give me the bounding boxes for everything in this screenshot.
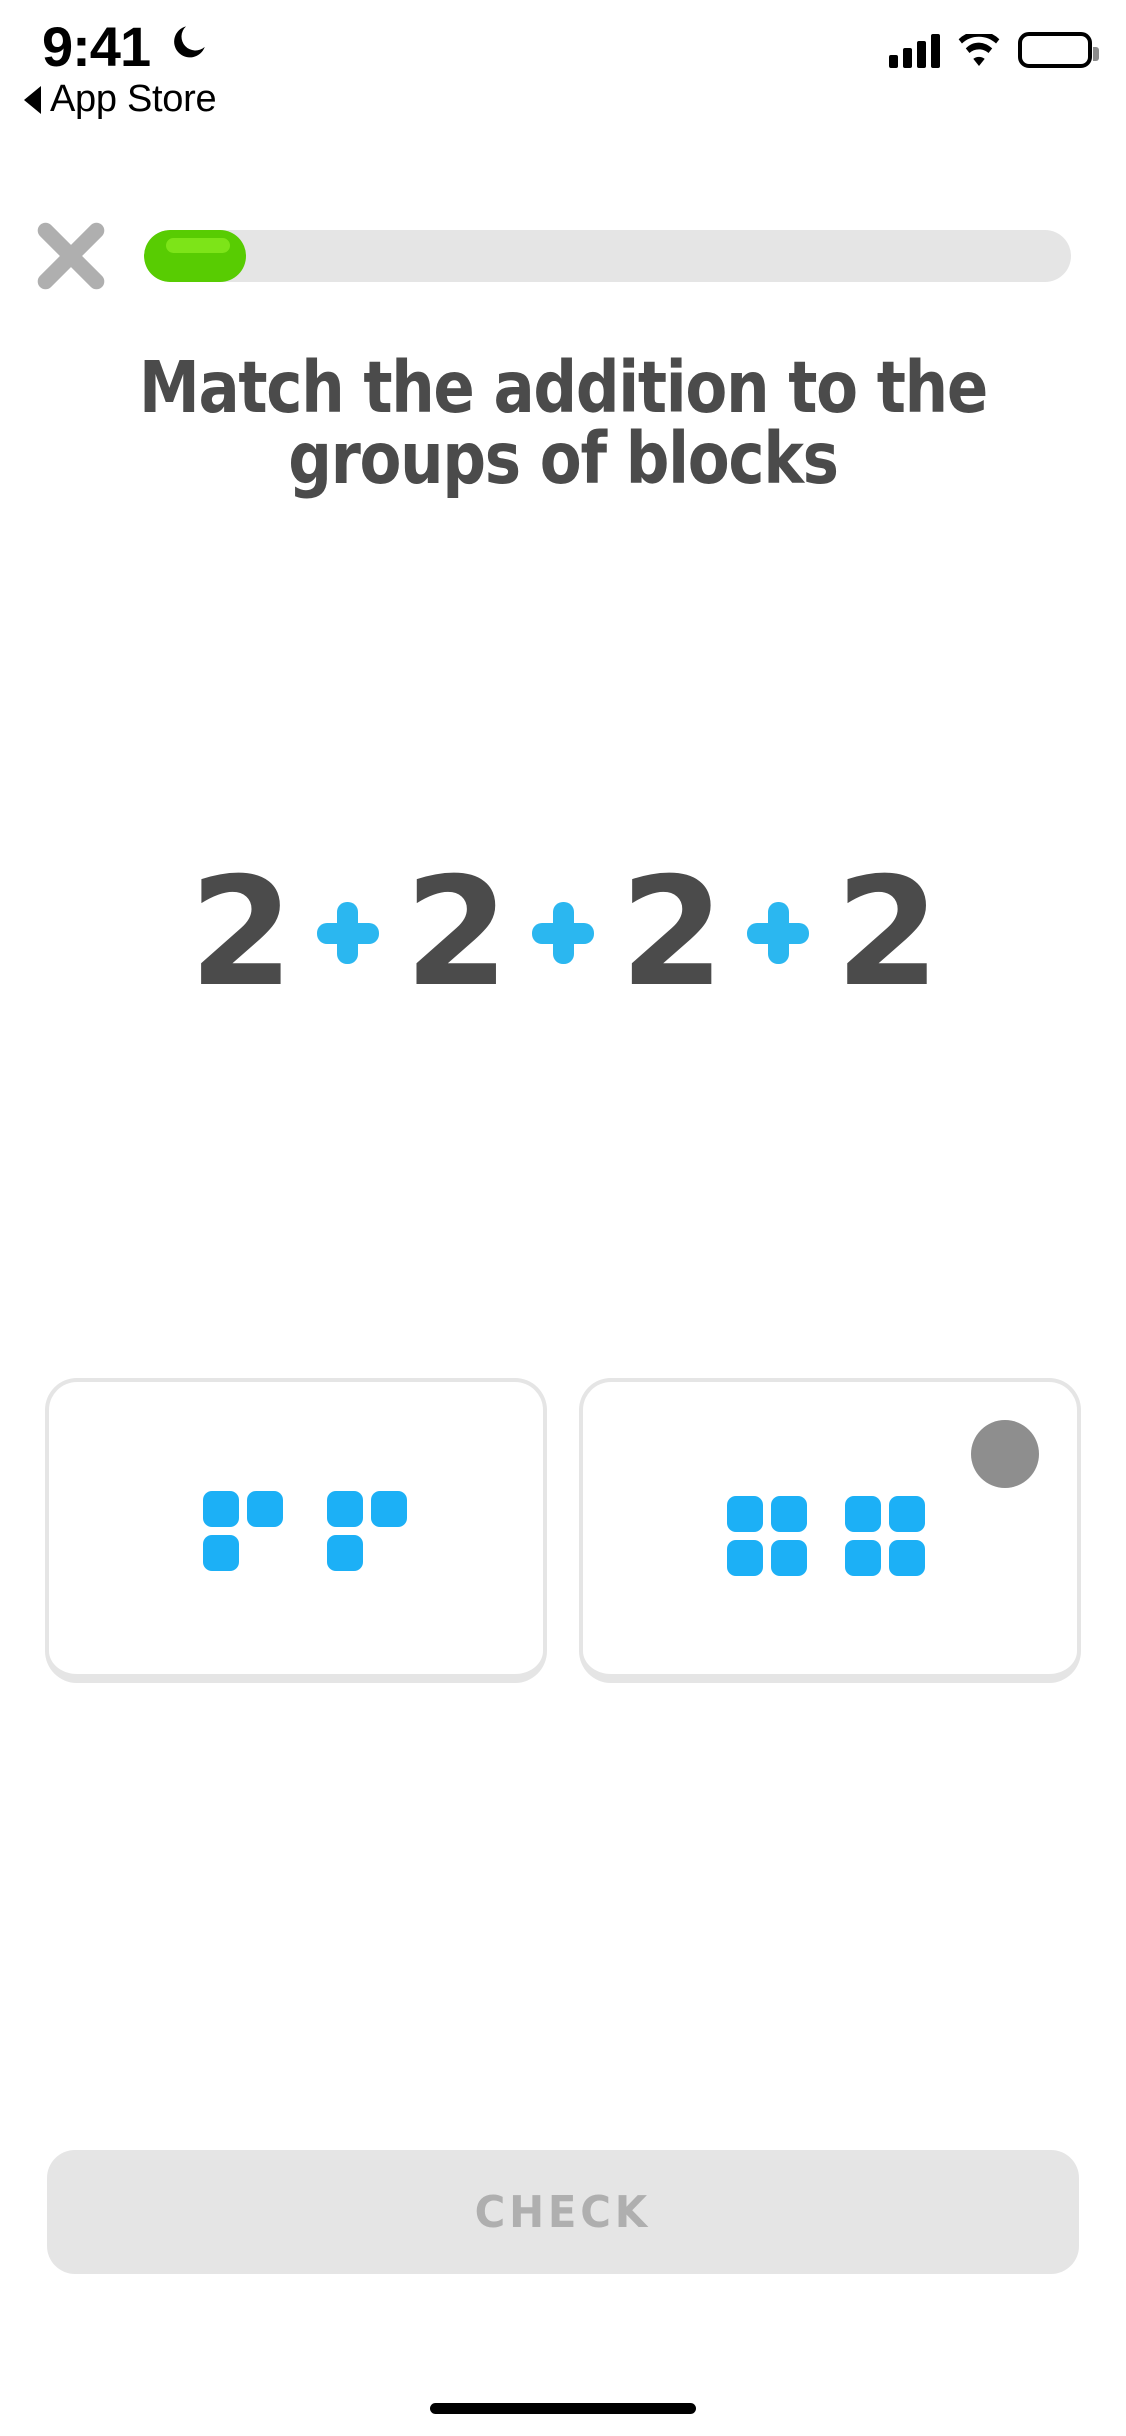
block-group	[727, 1496, 807, 1576]
addition-expression: 2 2 2 2	[0, 858, 1126, 1008]
block-groups	[203, 1491, 407, 1571]
block	[371, 1491, 407, 1527]
block	[845, 1540, 881, 1576]
plus-icon	[316, 902, 379, 964]
block	[727, 1540, 763, 1576]
block	[727, 1496, 763, 1532]
check-button[interactable]: CHECK	[47, 2150, 1079, 2274]
block-empty	[371, 1535, 407, 1571]
answer-option-a-content	[49, 1382, 543, 1674]
answer-option-b[interactable]	[579, 1378, 1081, 1683]
home-indicator	[430, 2403, 696, 2414]
status-bar: 9:41 App Store	[0, 0, 1126, 130]
answer-choices	[45, 1378, 1081, 1683]
wifi-icon	[958, 34, 1000, 67]
block-group	[845, 1496, 925, 1576]
block-group	[327, 1491, 407, 1571]
block	[327, 1491, 363, 1527]
back-to-app-store-link[interactable]: App Store	[24, 78, 217, 121]
equation-term: 2	[835, 846, 939, 1020]
plus-icon	[747, 902, 810, 964]
block	[327, 1535, 363, 1571]
block-group	[203, 1491, 283, 1571]
block	[203, 1491, 239, 1527]
block	[247, 1491, 283, 1527]
battery-full-icon	[1018, 32, 1099, 68]
block	[889, 1540, 925, 1576]
lesson-progress-fill	[144, 230, 246, 282]
check-button-label: CHECK	[474, 2186, 652, 2238]
block	[845, 1496, 881, 1532]
block	[771, 1496, 807, 1532]
moon-icon	[174, 26, 205, 58]
equation-term: 2	[189, 846, 293, 1020]
back-triangle-icon	[24, 85, 41, 114]
block-empty	[247, 1535, 283, 1571]
equation-term: 2	[404, 846, 509, 1020]
app-screen: 9:41 App Store Match the addition to the…	[0, 0, 1126, 2436]
equation-term: 2	[620, 846, 724, 1020]
progress-highlight	[166, 238, 230, 253]
close-icon[interactable]	[24, 209, 118, 303]
block	[203, 1535, 239, 1571]
cellular-signal-icon	[889, 34, 940, 68]
answer-option-a[interactable]	[45, 1378, 547, 1683]
status-time: 9:41	[42, 15, 151, 78]
page-title: Match the addition to the groups of bloc…	[139, 346, 988, 500]
block	[771, 1540, 807, 1576]
block	[889, 1496, 925, 1532]
answer-option-b-content	[583, 1382, 1077, 1674]
plus-icon	[532, 902, 594, 964]
lesson-header	[0, 196, 1126, 316]
lesson-progress-bar	[144, 230, 1071, 282]
status-icons	[889, 26, 1099, 68]
back-label: App Store	[50, 78, 217, 120]
block-groups	[727, 1496, 925, 1576]
